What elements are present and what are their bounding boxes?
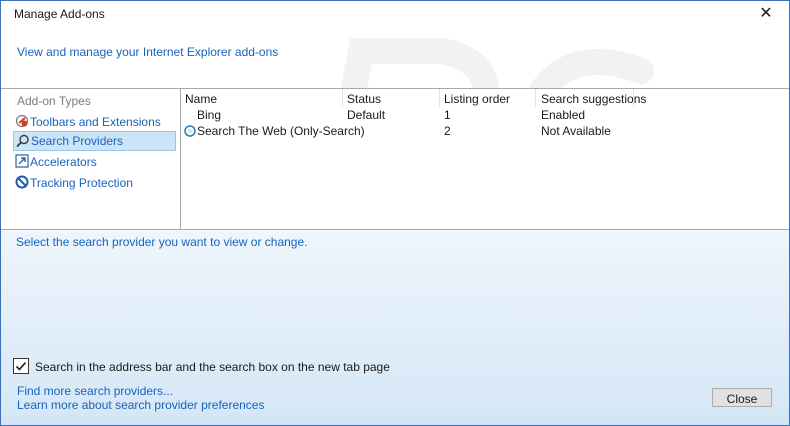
sidebar-item-label: Toolbars and Extensions <box>30 115 161 129</box>
sidebar-item-accelerators[interactable]: Accelerators <box>13 152 176 172</box>
provider-order: 2 <box>444 124 451 138</box>
list-header: Name Status Listing order Search suggest… <box>181 89 789 107</box>
checkbox-label[interactable]: Search in the address bar and the search… <box>35 360 390 374</box>
column-divider[interactable] <box>633 89 634 107</box>
addon-types-heading: Add-on Types <box>17 94 91 108</box>
provider-name: Search The Web (Only-Search) <box>197 124 365 138</box>
find-more-providers-link[interactable]: Find more search providers... <box>17 384 173 398</box>
address-bar-search-checkbox[interactable] <box>13 358 29 374</box>
title-bar: Manage Add-ons ✕ <box>1 1 789 27</box>
checkmark-icon <box>15 361 27 371</box>
column-divider[interactable] <box>439 89 440 107</box>
window-title: Manage Add-ons <box>14 7 105 21</box>
table-row[interactable]: Bing Default 1 Enabled <box>181 107 789 123</box>
sidebar-item-label: Tracking Protection <box>30 176 133 190</box>
column-header-search-suggestions[interactable]: Search suggestions <box>541 92 646 106</box>
sidebar-item-toolbars[interactable]: Toolbars and Extensions <box>13 112 176 132</box>
search-providers-list: Name Status Listing order Search suggest… <box>181 89 789 229</box>
sidebar-item-tracking-protection[interactable]: Tracking Protection <box>13 173 176 193</box>
column-header-name[interactable]: Name <box>185 92 217 106</box>
accelerators-icon <box>15 154 29 168</box>
sidebar-item-label: Search Providers <box>31 134 124 148</box>
provider-name: Bing <box>197 108 222 122</box>
search-icon <box>16 134 29 147</box>
manage-addons-window: Manage Add-ons ✕ View and manage your In… <box>0 0 790 426</box>
sidebar-item-search-providers[interactable]: Search Providers <box>13 131 176 151</box>
tracking-protection-icon <box>15 175 29 189</box>
column-divider[interactable] <box>535 89 536 107</box>
provider-status: Default <box>347 108 386 122</box>
status-text: Select the search provider you want to v… <box>16 235 308 249</box>
column-header-status[interactable]: Status <box>347 92 381 106</box>
toolbars-icon <box>15 114 29 128</box>
provider-order: 1 <box>444 108 451 122</box>
provider-suggestions: Not Available <box>541 124 611 138</box>
table-row[interactable]: Search The Web (Only-Search) 2 Not Avail… <box>181 123 789 139</box>
close-icon[interactable]: ✕ <box>751 3 781 25</box>
provider-suggestions: Enabled <box>541 108 586 122</box>
view-manage-addons-link[interactable]: View and manage your Internet Explorer a… <box>17 45 278 59</box>
addon-types-pane: Add-on Types Toolbars and Extensions Sea… <box>10 89 180 229</box>
provider-globe-icon <box>184 125 196 137</box>
column-divider[interactable] <box>342 89 343 107</box>
learn-more-preferences-link[interactable]: Learn more about search provider prefere… <box>17 398 264 412</box>
details-pane: Select the search provider you want to v… <box>1 230 789 425</box>
sidebar-item-label: Accelerators <box>30 155 97 169</box>
close-button[interactable]: Close <box>712 388 772 407</box>
column-header-listing-order[interactable]: Listing order <box>444 92 510 106</box>
